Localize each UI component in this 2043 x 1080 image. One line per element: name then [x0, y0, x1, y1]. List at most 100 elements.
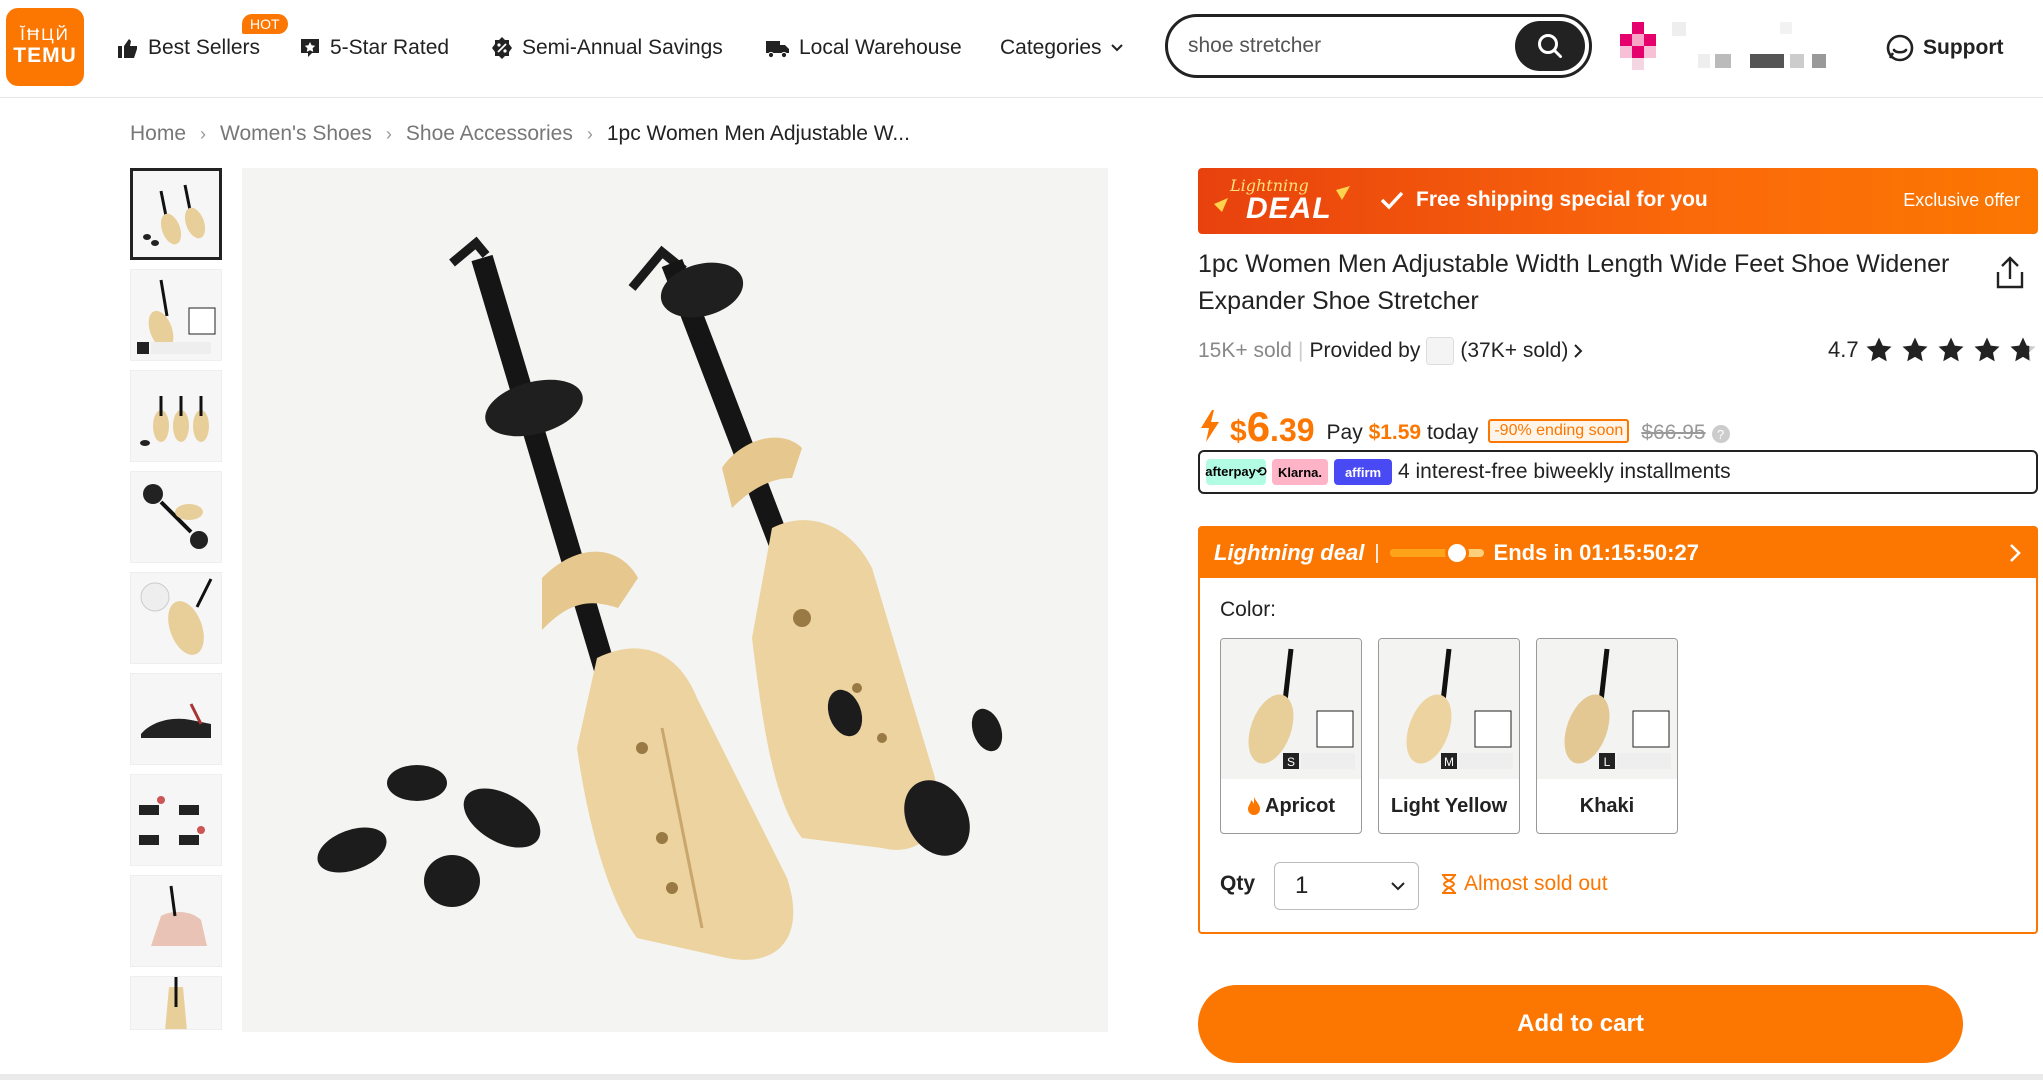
store-logo-icon[interactable]	[1426, 337, 1455, 365]
swatch-label-text: Khaki	[1579, 794, 1635, 817]
lightning-bolt-icon	[1201, 410, 1219, 442]
lightning-deal-badge: Lightning DEAL	[1208, 174, 1358, 228]
sold-count: 15K+ sold	[1198, 339, 1292, 362]
swatch-image: M	[1379, 639, 1519, 779]
price-integer: 6	[1246, 403, 1271, 450]
discount-badge: -90% ending soon	[1488, 419, 1630, 443]
thumbnail-8[interactable]	[130, 875, 222, 967]
stretcher-swatch-img: M	[1406, 648, 1513, 769]
nav-categories[interactable]: Categories	[1000, 30, 1132, 66]
installments-text: 4 interest-free biweekly installments	[1398, 460, 1731, 483]
share-button[interactable]	[1994, 256, 2026, 295]
thumbnail-5[interactable]	[130, 572, 222, 664]
current-price: $ 6 .39	[1230, 403, 1315, 451]
chevron-right-icon: ›	[385, 123, 392, 144]
search-input[interactable]	[1188, 34, 1508, 58]
lightning-deal-box: Lightning deal | Ends in 01:15:50:27 Col…	[1198, 526, 2038, 934]
store-sold-count[interactable]: (37K+ sold)	[1460, 339, 1568, 363]
swatch-label-text: Light Yellow	[1390, 794, 1508, 817]
installments-bar[interactable]: afterpay⟲ Klarna. affirm 4 interest-free…	[1198, 450, 2038, 494]
chevron-down-icon	[1110, 44, 1123, 52]
search-button[interactable]	[1515, 21, 1585, 71]
logo-mark: ĬĦЦЙ	[20, 25, 70, 44]
breadcrumb: Home › Women's Shoes › Shoe Accessories …	[130, 122, 910, 146]
support-link[interactable]: Support	[1885, 30, 2003, 66]
star-rating	[1859, 335, 2039, 365]
search-bar	[1165, 14, 1592, 78]
chevron-right-icon	[1574, 344, 1583, 358]
help-icon[interactable]: ?	[1711, 425, 1730, 443]
add-to-cart-button[interactable]: Add to cart	[1198, 985, 1963, 1063]
nav-categories-label: Categories	[1000, 36, 1102, 59]
breadcrumb-home[interactable]: Home	[130, 122, 186, 146]
thumbnail-2[interactable]	[130, 269, 222, 361]
nav-five-star-label: 5-Star Rated	[330, 36, 450, 59]
rating-value: 4.7	[1828, 337, 1859, 362]
meta-divider: |	[1298, 339, 1304, 362]
pay-prefix: Pay	[1326, 421, 1363, 444]
account-avatar-blurred[interactable]	[1620, 22, 1840, 72]
svg-text:S: S	[1287, 755, 1295, 769]
nav-five-star[interactable]: 5-Star Rated	[298, 30, 449, 66]
stretcher-swatch-img: S	[1248, 648, 1355, 769]
thumbs-up-icon	[118, 39, 137, 58]
lightning-deal-header[interactable]: Lightning deal | Ends in 01:15:50:27	[1200, 528, 2036, 578]
shoe-stretcher-photo	[317, 236, 1003, 960]
thumbnail-strip	[130, 168, 222, 1039]
color-label: Color:	[1220, 598, 1277, 621]
color-option-light-yellow[interactable]: M Light Yellow	[1378, 638, 1520, 834]
sales-meta: 15K+ sold | Provided by (37K+ sold)	[1198, 337, 1584, 365]
thumbnail-6[interactable]	[130, 673, 222, 765]
thumbnail-3[interactable]	[130, 370, 222, 462]
heel-shoe-thumb	[151, 885, 207, 946]
main-product-image[interactable]	[242, 168, 1108, 1032]
swatch-label: Apricot	[1221, 779, 1361, 833]
truck-icon	[766, 41, 789, 59]
star-partial-icon	[2010, 337, 2036, 362]
black-shoe-thumb	[141, 703, 211, 738]
temu-logo[interactable]: ĬĦЦЙ TEMU	[6, 8, 84, 86]
breadcrumb-current: 1pc Women Men Adjustable W...	[606, 122, 910, 145]
breadcrumb-womens-shoes[interactable]: Women's Shoes	[220, 122, 372, 146]
pay-suffix: today	[1426, 421, 1479, 444]
logo-word: TEMU	[13, 44, 77, 67]
color-option-khaki[interactable]: L Khaki	[1536, 638, 1678, 834]
shoe-stretcher-thumb	[143, 184, 206, 246]
usage-steps-thumb	[139, 796, 205, 845]
page: { "header": { "logo": {"mark": "ĬĦЦЙ", "…	[0, 0, 2043, 1080]
swatch-image: L	[1537, 639, 1677, 779]
chevron-down-icon	[1391, 882, 1405, 891]
thumbnail-9[interactable]	[130, 976, 222, 1030]
thumbnail-1[interactable]	[130, 168, 222, 260]
chevron-right-icon: ›	[586, 123, 593, 144]
svg-text:L: L	[1604, 755, 1611, 769]
clock-icon	[1445, 541, 1470, 565]
pay-amount: $1.59	[1368, 421, 1422, 444]
lightning-deal-banner[interactable]: Lightning DEAL Free shipping special for…	[1198, 168, 2038, 234]
stretcher-closeup-thumb	[140, 578, 213, 655]
rating-summary[interactable]: 4.7	[1828, 335, 2039, 365]
page-bottom-edge	[0, 1074, 2043, 1080]
free-shipping-text: Free shipping special for you	[1380, 188, 1708, 212]
nav-local-warehouse[interactable]: Local Warehouse	[765, 30, 962, 66]
nav-best-sellers[interactable]: Best Sellers	[116, 30, 260, 66]
stock-warning: Almost sold out	[1440, 872, 1608, 896]
color-option-apricot[interactable]: S Apricot	[1220, 638, 1362, 834]
blurred-account-icon	[1620, 22, 1826, 70]
search-icon	[1538, 34, 1562, 58]
thumbnail-7[interactable]	[130, 774, 222, 866]
chevron-right-icon: ›	[200, 123, 207, 144]
original-price: $66.95	[1641, 421, 1706, 444]
lightning-deal-title: Lightning deal	[1214, 540, 1365, 565]
nav-semi-annual[interactable]: Semi-Annual Savings	[490, 30, 723, 66]
star-icon	[1938, 337, 1964, 362]
stretcher-side-thumb	[165, 977, 187, 1029]
thumbnail-4[interactable]	[130, 471, 222, 563]
product-title: 1pc Women Men Adjustable Width Length Wi…	[1198, 250, 1950, 315]
lightning-deal-divider: |	[1374, 541, 1380, 564]
breadcrumb-shoe-accessories[interactable]: Shoe Accessories	[406, 122, 573, 146]
stretcher-parts-thumb	[143, 484, 208, 549]
svg-text:M: M	[1444, 755, 1454, 769]
qty-select[interactable]: 1	[1274, 862, 1419, 910]
provided-by-label: Provided by	[1309, 339, 1421, 362]
